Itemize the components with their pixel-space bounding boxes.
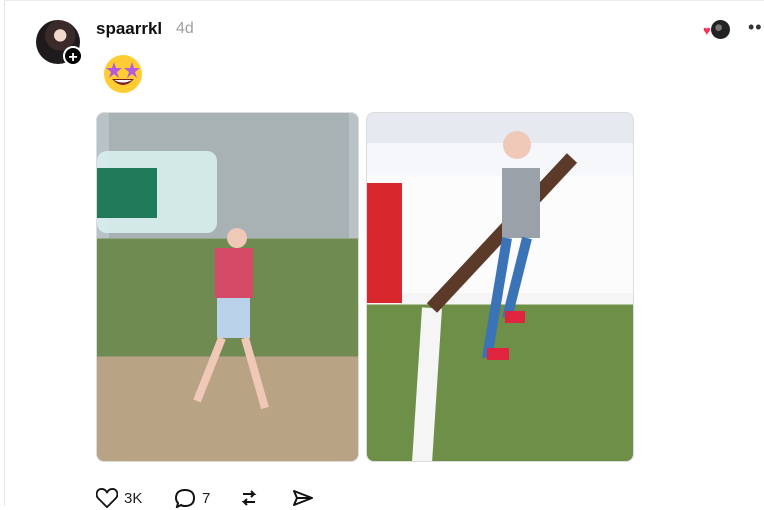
bottle-label — [97, 168, 157, 218]
shorts — [217, 298, 250, 338]
plus-icon[interactable]: + — [63, 46, 83, 66]
post-image-1[interactable] — [96, 112, 359, 462]
shirt — [215, 248, 253, 298]
timestamp: 4d — [176, 20, 194, 37]
send-icon — [293, 490, 313, 506]
divider — [4, 0, 5, 506]
heart-icon — [96, 488, 118, 508]
reply-count: 7 — [202, 490, 211, 507]
shoe — [505, 311, 525, 323]
star-struck-emoji-icon — [104, 55, 142, 93]
face — [227, 228, 247, 248]
username[interactable]: spaarrkl — [96, 19, 162, 39]
arm — [367, 183, 402, 303]
speech-bubble-icon — [174, 488, 196, 508]
photo-illustration — [97, 113, 349, 410]
leg-left — [193, 336, 226, 403]
shoe — [487, 348, 509, 360]
reaction-avatars[interactable]: ♥ — [703, 20, 731, 40]
tree-trunk — [412, 307, 442, 461]
vest — [502, 168, 540, 238]
reply-button[interactable]: 7 — [174, 488, 214, 508]
share-button[interactable] — [292, 488, 316, 508]
repost-icon — [241, 490, 257, 506]
divider — [4, 0, 764, 1]
emoji-face — [104, 55, 142, 93]
leg-right — [241, 336, 269, 410]
face — [503, 131, 531, 159]
like-count: 3K — [124, 490, 143, 507]
photo-illustration — [367, 131, 633, 461]
more-icon[interactable]: •• — [748, 17, 763, 38]
like-button[interactable]: 3K — [96, 488, 148, 508]
post-card: + spaarrkl 4d ♥ •• 3K 7 — [0, 0, 764, 508]
post-image-2[interactable] — [366, 112, 634, 462]
repost-button[interactable] — [238, 488, 262, 508]
heart-icon: ♥ — [703, 23, 711, 38]
